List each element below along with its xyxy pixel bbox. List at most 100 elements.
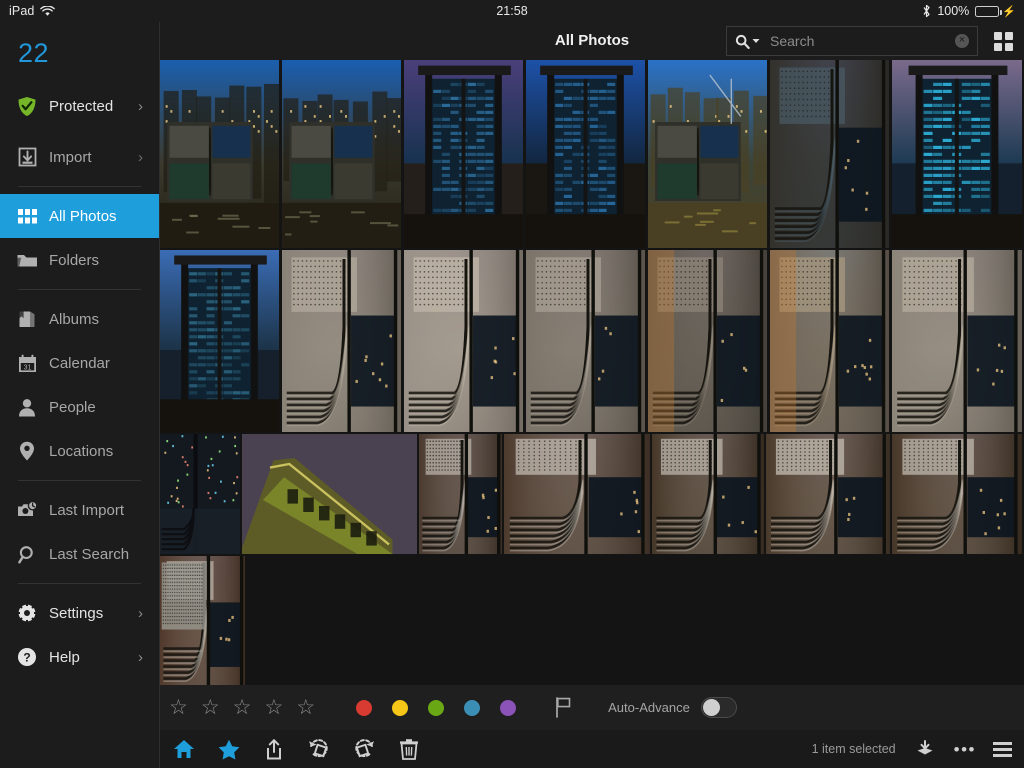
action-buttons[interactable] <box>172 737 421 761</box>
star-rating-control[interactable]: ☆ ☆ ☆ ☆ ☆ <box>169 697 315 718</box>
shield-check-icon <box>16 95 38 117</box>
photo-thumbnail[interactable] <box>652 434 764 554</box>
color-label-control[interactable] <box>356 699 517 716</box>
photo-thumbnail[interactable] <box>160 60 279 248</box>
folder-icon <box>16 249 38 271</box>
sidebar-divider <box>18 186 141 187</box>
magnifier-icon <box>16 543 38 565</box>
star-rating-4[interactable]: ☆ <box>264 697 283 718</box>
sidebar-item-last-search[interactable]: Last Search <box>0 532 159 576</box>
photo-thumbnail[interactable] <box>770 60 889 248</box>
photo-thumbnail[interactable] <box>770 250 889 432</box>
hamburger-menu-icon[interactable] <box>993 741 1012 757</box>
sidebar-item-help[interactable]: ? Help › <box>0 635 159 679</box>
photo-thumbnail[interactable] <box>526 60 645 248</box>
photo-grid[interactable] <box>160 60 1024 685</box>
clear-search-button[interactable]: × <box>955 34 969 48</box>
home-icon[interactable] <box>172 737 196 761</box>
color-label-red[interactable] <box>356 699 373 716</box>
sidebar-item-people[interactable]: People <box>0 385 159 429</box>
auto-advance-toggle[interactable] <box>700 697 737 718</box>
collect-download-icon[interactable] <box>913 737 937 761</box>
star-filled-icon[interactable] <box>217 737 241 761</box>
photo-thumbnail[interactable] <box>892 434 1022 554</box>
photo-grid-row <box>160 434 1024 554</box>
photo-thumbnail[interactable] <box>526 250 645 432</box>
gear-icon <box>16 602 38 624</box>
sidebar-item-last-import[interactable]: Last Import <box>0 488 159 532</box>
photo-thumbnail[interactable] <box>892 250 1022 432</box>
photo-thumbnail[interactable] <box>282 60 401 248</box>
grid-icon <box>16 205 38 227</box>
color-label-purple[interactable] <box>500 699 517 716</box>
battery-percent: 100% <box>937 4 970 18</box>
star-rating-1[interactable]: ☆ <box>169 697 188 718</box>
flag-icon[interactable] <box>555 697 572 718</box>
chevron-right-icon: › <box>138 604 143 622</box>
photo-image <box>282 250 401 432</box>
sidebar-divider <box>18 289 141 290</box>
chevron-right-icon: › <box>138 148 143 166</box>
photo-grid-row <box>160 60 1024 248</box>
sidebar-item-calendar[interactable]: 31 Calendar <box>0 341 159 385</box>
sidebar-item-all-photos[interactable]: All Photos <box>0 194 159 238</box>
photo-thumbnail[interactable] <box>404 60 523 248</box>
search-input[interactable] <box>760 33 955 49</box>
status-bar-right: 100% ⚡ <box>922 4 1016 18</box>
photo-thumbnail[interactable] <box>242 434 417 554</box>
sidebar-item-label: Settings <box>49 604 104 622</box>
photo-thumbnail[interactable] <box>160 250 279 432</box>
lightning-bolt-icon: ⚡ <box>1002 5 1016 18</box>
sidebar-item-albums[interactable]: Albums <box>0 297 159 341</box>
search-icon[interactable] <box>735 34 760 49</box>
grid-view-icon[interactable] <box>994 32 1014 52</box>
photo-thumbnail[interactable] <box>419 434 502 554</box>
photo-thumbnail-selected[interactable] <box>892 60 1022 248</box>
rotate-left-icon[interactable] <box>307 737 331 761</box>
photo-image <box>648 60 767 248</box>
star-rating-3[interactable]: ☆ <box>233 697 252 718</box>
photo-thumbnail[interactable] <box>160 434 240 554</box>
photo-image <box>160 250 279 432</box>
color-label-green[interactable] <box>428 699 445 716</box>
sidebar: 22 Protected › Import › All Photos Folders Alb… <box>0 22 160 768</box>
photo-thumbnail[interactable] <box>160 556 245 685</box>
chevron-right-icon: › <box>138 97 143 115</box>
trash-icon[interactable] <box>397 737 421 761</box>
share-icon[interactable] <box>262 737 286 761</box>
photo-image <box>419 434 502 554</box>
color-label-blue[interactable] <box>464 699 481 716</box>
star-rating-5[interactable]: ☆ <box>296 697 315 718</box>
sidebar-divider <box>18 583 141 584</box>
sidebar-item-settings[interactable]: Settings › <box>0 591 159 635</box>
color-label-yellow[interactable] <box>392 699 409 716</box>
photo-count-badge: 22 <box>18 38 50 68</box>
map-pin-icon <box>16 440 38 462</box>
ellipsis-icon[interactable]: ••• <box>954 741 976 758</box>
sidebar-item-protected[interactable]: Protected › <box>0 84 159 128</box>
last-import-icon <box>16 499 38 521</box>
app-root: iPad 21:58 100% ⚡ 22 Protected › Import … <box>0 0 1024 768</box>
auto-advance-control[interactable]: Auto-Advance <box>608 697 737 718</box>
sidebar-item-label: Import <box>49 148 92 166</box>
photo-thumbnail[interactable] <box>504 434 650 554</box>
sidebar-item-locations[interactable]: Locations <box>0 429 159 473</box>
photo-thumbnail[interactable] <box>766 434 890 554</box>
search-bar[interactable]: × <box>726 26 978 56</box>
star-rating-2[interactable]: ☆ <box>201 697 220 718</box>
photo-thumbnail[interactable] <box>648 250 767 432</box>
photo-thumbnail[interactable] <box>648 60 767 248</box>
chevron-right-icon: › <box>138 648 143 666</box>
sidebar-item-folders[interactable]: Folders <box>0 238 159 282</box>
photo-thumbnail[interactable] <box>282 250 401 432</box>
battery-indicator: ⚡ <box>975 5 1016 18</box>
bluetooth-icon <box>922 4 931 18</box>
sidebar-item-import[interactable]: Import › <box>0 135 159 179</box>
photo-thumbnail[interactable] <box>404 250 523 432</box>
action-toolbar: 1 item selected ••• <box>160 730 1024 768</box>
auto-advance-label: Auto-Advance <box>608 700 690 715</box>
photo-grid-row <box>160 250 1024 432</box>
rotate-right-icon[interactable] <box>352 737 376 761</box>
sidebar-item-label: Calendar <box>49 354 110 372</box>
